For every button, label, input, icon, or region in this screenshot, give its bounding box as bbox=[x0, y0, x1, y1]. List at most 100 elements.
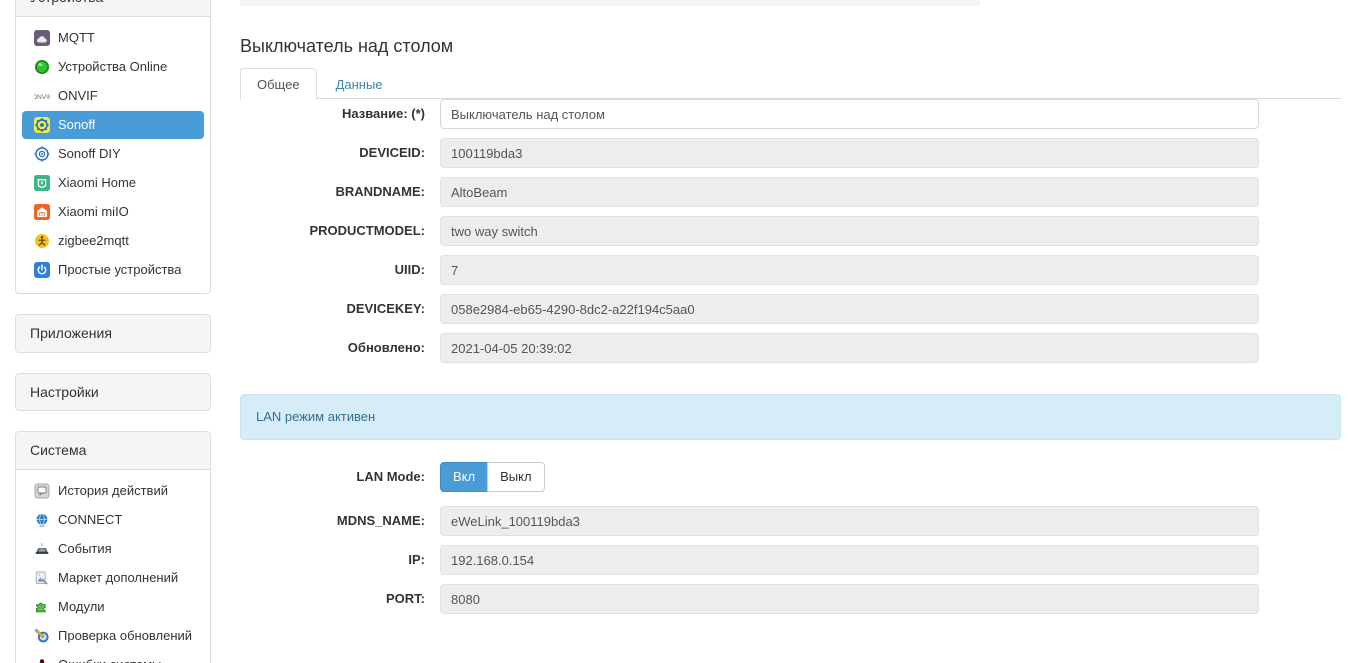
form-row: UIID: bbox=[240, 255, 1341, 285]
xiaomi-home-icon bbox=[34, 175, 50, 191]
xiaomi-miio-icon bbox=[34, 204, 50, 220]
tab-bar: ОбщееДанные bbox=[240, 68, 1341, 99]
form-row: Название: (*) bbox=[240, 99, 1341, 129]
lan-mode-toggle-group: ВклВыкл bbox=[440, 462, 545, 492]
sidebar-group-heading[interactable]: Настройки bbox=[16, 374, 210, 411]
sidebar-item-label: Sonoff bbox=[58, 115, 95, 135]
sidebar-item-onvif[interactable]: ONVIF ONVIF bbox=[22, 82, 204, 110]
page-title: Выключатель над столом bbox=[240, 36, 453, 56]
globe-icon bbox=[34, 512, 50, 528]
form-label: DEVICEKEY: bbox=[240, 294, 440, 324]
market-icon bbox=[34, 570, 50, 586]
onvif-icon: ONVIF bbox=[34, 88, 50, 104]
form-label: IP: bbox=[240, 545, 440, 575]
sidebar-item-label: Sonoff DIY bbox=[58, 144, 121, 164]
form-row: DEVICEKEY: bbox=[240, 294, 1341, 324]
sidebar-group-heading[interactable]: Устройства bbox=[16, 0, 210, 17]
form-label: BRANDNAME: bbox=[240, 177, 440, 207]
sidebar-group-3: Настройки bbox=[15, 373, 211, 412]
sidebar-item-label: MQTT bbox=[58, 28, 95, 48]
sonoff-gear-icon bbox=[34, 117, 50, 133]
sonoff-diy-icon bbox=[34, 146, 50, 162]
spacer bbox=[240, 372, 1341, 394]
sidebar-group-heading[interactable]: Приложения bbox=[16, 315, 210, 352]
sidebar-item-label: CONNECT bbox=[58, 510, 122, 530]
sliver-left: Перейти к устройству bbox=[240, 0, 980, 6]
sidebar-item-label: Маркет дополнений bbox=[58, 568, 178, 588]
lan-mode-on-button[interactable]: Вкл bbox=[440, 462, 488, 492]
lan-mode-off-button[interactable]: Выкл bbox=[487, 462, 544, 492]
sidebar-group-body: MQTT Устройства Online ONVIF ONVIF Sonoff Son… bbox=[16, 17, 210, 293]
power-icon bbox=[34, 262, 50, 278]
sidebar-item-[interactable]: Модули bbox=[22, 593, 204, 621]
sidebar-item-[interactable]: Простые устройства bbox=[22, 256, 204, 284]
form-label: Название: (*) bbox=[240, 99, 440, 129]
previous-panel-sliver: Перейти к устройству bbox=[240, 0, 1342, 6]
updated-field[interactable] bbox=[440, 333, 1259, 363]
sidebar-item-label: Ошибки системы bbox=[58, 655, 161, 663]
sidebar-item-sonoff-diy[interactable]: Sonoff DIY bbox=[22, 140, 204, 168]
sidebar: УстройстваMQTTУстройства OnlineONVIFONVI… bbox=[15, 0, 211, 663]
svg-text:ONVIF: ONVIF bbox=[34, 94, 50, 101]
sidebar-item-mqtt[interactable]: MQTT bbox=[22, 24, 204, 52]
sidebar-item-[interactable]: Маркет дополнений bbox=[22, 564, 204, 592]
sidebar-item-[interactable]: Ошибки системы bbox=[22, 651, 204, 663]
sidebar-item-online[interactable]: Устройства Online bbox=[22, 53, 204, 81]
sidebar-item-label: Xiaomi Home bbox=[58, 173, 136, 193]
ip-field[interactable] bbox=[440, 545, 1259, 575]
sidebar-item-label: zigbee2mqtt bbox=[58, 231, 129, 251]
port-field[interactable] bbox=[440, 584, 1259, 614]
sidebar-item-zigbee2mqtt[interactable]: zigbee2mqtt bbox=[22, 227, 204, 255]
alert-wrap: LAN режим активен bbox=[240, 394, 1341, 440]
sidebar-group-4: Система История действий CONNECT События Мар… bbox=[15, 431, 211, 663]
form-label: Обновлено: bbox=[240, 333, 440, 363]
history-icon bbox=[34, 483, 50, 499]
sidebar-group-2: Приложения bbox=[15, 314, 211, 353]
bug-icon bbox=[34, 657, 50, 663]
sidebar-group-1: УстройстваMQTTУстройства OnlineONVIFONVI… bbox=[15, 0, 211, 294]
update-icon bbox=[34, 628, 50, 644]
page-root: УстройстваMQTTУстройства OnlineONVIFONVI… bbox=[0, 0, 1348, 663]
form-row: PORT: bbox=[240, 584, 1341, 614]
sidebar-item-label: ONVIF bbox=[58, 86, 98, 106]
sidebar-item-label: Xiaomi miIO bbox=[58, 202, 129, 222]
sidebar-item-xiaomi-miio[interactable]: Xiaomi miIO bbox=[22, 198, 204, 226]
mdns-name-field[interactable] bbox=[440, 506, 1259, 536]
sidebar-item-label: Модули bbox=[58, 597, 105, 617]
name-field[interactable] bbox=[440, 99, 1259, 129]
sidebar-group-heading[interactable]: Система bbox=[16, 432, 210, 470]
sidebar-item-[interactable]: События bbox=[22, 535, 204, 563]
puzzle-icon bbox=[34, 599, 50, 615]
brandname-field[interactable] bbox=[440, 177, 1259, 207]
lan-mode-alert: LAN режим активен bbox=[240, 394, 1341, 440]
form-row: MDNS_NAME: bbox=[240, 506, 1341, 536]
green-orb-icon bbox=[34, 59, 50, 75]
sidebar-item-connect[interactable]: CONNECT bbox=[22, 506, 204, 534]
sidebar-item-sonoff[interactable]: Sonoff bbox=[22, 111, 204, 139]
sidebar-group-body: История действий CONNECT События Маркет доп… bbox=[16, 470, 210, 663]
zigbee-icon bbox=[34, 233, 50, 249]
uiid-field[interactable] bbox=[440, 255, 1259, 285]
sidebar-item-label: События bbox=[58, 539, 112, 559]
sidebar-item-[interactable]: История действий bbox=[22, 477, 204, 505]
lan-mode-row: LAN Mode:ВклВыкл bbox=[240, 462, 1341, 492]
events-icon bbox=[34, 541, 50, 557]
sidebar-item-xiaomi-home[interactable]: Xiaomi Home bbox=[22, 169, 204, 197]
form-label: PORT: bbox=[240, 584, 440, 614]
sidebar-item-label: Проверка обновлений bbox=[58, 626, 192, 646]
sidebar-item-[interactable]: Проверка обновлений bbox=[22, 622, 204, 650]
sidebar-item-label: Устройства Online bbox=[58, 57, 167, 77]
lan-mode-label: LAN Mode: bbox=[240, 462, 440, 492]
mqtt-icon bbox=[34, 30, 50, 46]
sidebar-item-label: Простые устройства bbox=[58, 260, 181, 280]
form-label: DEVICEID: bbox=[240, 138, 440, 168]
form-row: BRANDNAME: bbox=[240, 177, 1341, 207]
productmodel-field[interactable] bbox=[440, 216, 1259, 246]
form-label: UIID: bbox=[240, 255, 440, 285]
devicekey-field[interactable] bbox=[440, 294, 1259, 324]
tab-general[interactable]: Общее bbox=[240, 68, 317, 100]
form-label: PRODUCTMODEL: bbox=[240, 216, 440, 246]
form-row: PRODUCTMODEL: bbox=[240, 216, 1341, 246]
tab-data[interactable]: Данные bbox=[319, 68, 400, 100]
deviceid-field[interactable] bbox=[440, 138, 1259, 168]
